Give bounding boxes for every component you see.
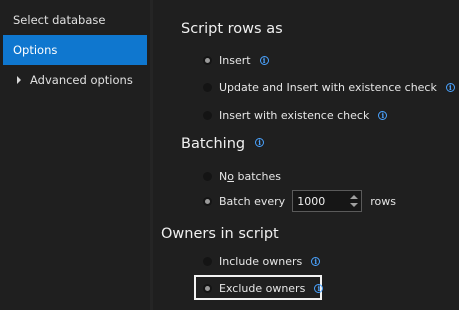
chevron-up-icon[interactable] (350, 195, 359, 199)
sidebar-divider (150, 0, 153, 310)
radio-button[interactable] (203, 171, 212, 181)
radio-button[interactable] (203, 196, 212, 206)
info-icon[interactable]: i (255, 137, 265, 147)
stepper-buttons (347, 192, 360, 210)
info-icon[interactable]: i (259, 55, 269, 65)
exclude-owners-radio-option[interactable]: Exclude owners i (203, 278, 324, 298)
info-icon[interactable]: i (445, 82, 455, 92)
insert-radio-option[interactable]: Insert i (203, 50, 269, 70)
radio-button[interactable] (203, 82, 212, 92)
info-icon[interactable]: i (311, 256, 321, 266)
no-batches-label: No batches (219, 169, 282, 183)
options-page: Select database Options Advanced options… (0, 0, 459, 310)
include-owners-label: Include owners (219, 254, 303, 268)
exclude-owners-label: Exclude owners (219, 281, 306, 295)
sidebar-item-select-database[interactable]: Select database (3, 5, 147, 35)
update-and-insert-label: Update and Insert with existence check (219, 80, 437, 94)
batch-size-input[interactable] (293, 193, 352, 209)
insert-label: Insert (219, 53, 251, 67)
radio-button[interactable] (203, 110, 212, 120)
rows-label: rows (370, 194, 396, 208)
sidebar-item-label: Options (13, 43, 58, 57)
no-batches-radio-option[interactable]: No batches (203, 166, 281, 186)
batching-heading: Batching i (181, 136, 265, 152)
insert-with-existence-check-label: Insert with existence check (219, 108, 370, 122)
chevron-right-icon[interactable] (17, 75, 21, 84)
sidebar-item-label: Select database (13, 13, 106, 27)
sidebar-item-options[interactable]: Options (3, 35, 147, 65)
script-rows-heading: Script rows as (181, 21, 283, 37)
radio-button[interactable] (203, 55, 212, 65)
radio-button[interactable] (203, 256, 212, 266)
info-icon[interactable]: i (378, 110, 388, 120)
update-and-insert-radio-option[interactable]: Update and Insert with existence check i (203, 77, 455, 97)
sidebar: Select database Options Advanced options (0, 0, 150, 310)
radio-button[interactable] (203, 283, 212, 293)
insert-with-existence-check-radio-option[interactable]: Insert with existence check i (203, 105, 388, 125)
sidebar-item-label: Advanced options (30, 73, 133, 87)
owners-heading: Owners in script (161, 226, 279, 242)
chevron-down-icon[interactable] (350, 203, 359, 207)
batch-every-radio-option[interactable]: Batch every rows (203, 190, 396, 212)
info-icon[interactable]: i (314, 283, 324, 293)
batch-every-label: Batch every (219, 194, 286, 208)
include-owners-radio-option[interactable]: Include owners i (203, 251, 321, 271)
batch-size-stepper[interactable] (292, 190, 363, 212)
sidebar-item-advanced-options[interactable]: Advanced options (3, 65, 147, 95)
